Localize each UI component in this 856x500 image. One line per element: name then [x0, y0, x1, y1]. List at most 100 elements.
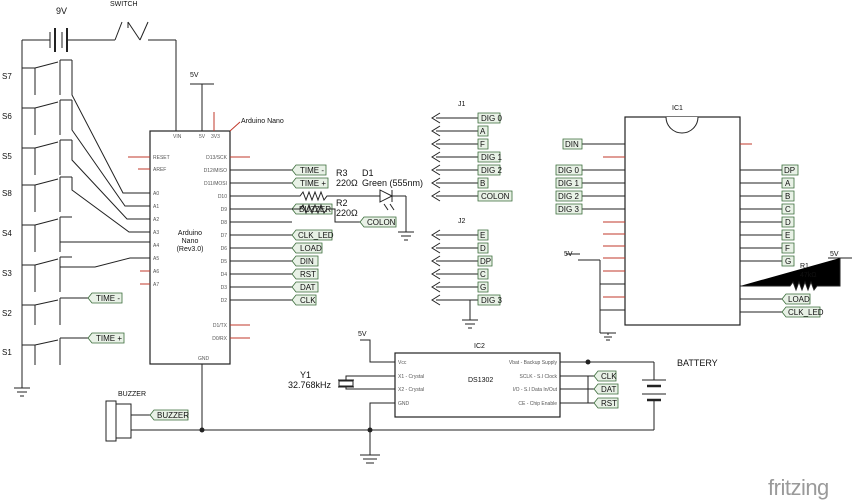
buzzer-title: BUZZER: [118, 391, 146, 398]
j2-pin-3: DP: [480, 257, 491, 266]
j2-pin-5: G: [480, 283, 486, 292]
nano-pin-a1: A1: [153, 204, 159, 210]
d1-value: Green (555nm): [362, 178, 423, 188]
ic2-tag-dat: DAT: [601, 385, 617, 394]
connector-j2: J2 E D DP C G DIG 3: [431, 218, 502, 329]
ic1-title: IC1: [672, 105, 683, 112]
crystal-name: Y1: [300, 370, 311, 380]
ic2-pin-sclk: SCLK - S.I Clock: [519, 374, 557, 380]
r3-value: 220Ω: [336, 178, 358, 188]
battery-label: BATTERY: [677, 358, 718, 368]
crystal-y1: Y1 32.768kHz: [288, 370, 332, 390]
nano-pin-d3: D3: [221, 285, 228, 291]
j1-pin-2: A: [480, 127, 486, 136]
ic2-title: IC2: [474, 343, 485, 350]
ic2-pin-vcc: Vcc: [398, 360, 407, 366]
ic1-tag-dig0: DIG 0: [558, 166, 579, 175]
tag-time-minus-left: TIME -: [96, 294, 120, 303]
tag-rst: RST: [300, 270, 316, 279]
connector-j1: J1 DIG 0 A F DIG 1 DIG 2 B COLON: [431, 101, 513, 202]
switch-s8[interactable]: [22, 176, 72, 212]
ic1-tag-b: B: [785, 192, 790, 201]
ic1-tag-dig3: DIG 3: [558, 205, 579, 214]
nano-pin-d12: D12/MISO: [204, 168, 227, 174]
nano-pin-a4: A4: [153, 243, 159, 249]
r2-label: R2: [336, 198, 348, 208]
j1-pin-6: B: [480, 179, 485, 188]
j1-pin-4: DIG 1: [481, 153, 502, 162]
ic1-tag-dig1: DIG 1: [558, 179, 579, 188]
nano-pin-a3: A3: [153, 230, 159, 236]
nano-pin-d7: D7: [221, 233, 228, 239]
nano-title: Arduino Nano: [241, 118, 284, 125]
nano-net-tags: TIME - TIME + BUZZER CLK_LED LOAD DIN RS…: [291, 164, 334, 306]
ic2-tag-rst: RST: [601, 399, 617, 408]
switch-s3[interactable]: [22, 256, 72, 292]
ic2-5v: 5V: [358, 331, 367, 338]
nano-pin-d13: D13/SCK: [206, 155, 228, 161]
ic1-tag-dig2: DIG 2: [558, 192, 579, 201]
switch-s2[interactable]: [22, 297, 92, 325]
nano-name-line3: (Rev3.0): [177, 246, 204, 253]
ic1-tag-dp: DP: [784, 166, 795, 175]
backup-battery: BATTERY: [642, 358, 718, 430]
nano-pin-d2: D2: [221, 298, 228, 304]
ic1-tag-c: C: [785, 205, 791, 214]
tag-load: LOAD: [300, 244, 322, 253]
tag-din: DIN: [300, 257, 314, 266]
battery-9v-label: 9V: [56, 6, 67, 16]
switch-label-s3: S3: [2, 269, 12, 278]
ic1: IC1 5V: [564, 105, 852, 341]
ic1-tag-clk-led: CLK_LED: [788, 308, 824, 317]
switch-ladder: [22, 59, 150, 365]
tag-time-plus-left: TIME +: [96, 334, 122, 343]
tag-clk-led: CLK_LED: [298, 231, 334, 240]
nano-pin-d0: D0/RX: [212, 336, 227, 342]
switch-label-s2: S2: [2, 309, 12, 318]
tag-buzzer-bottom: BUZZER: [157, 411, 189, 420]
ic2-tag-clk: CLK: [601, 372, 617, 381]
ic1-tag-load: LOAD: [788, 295, 810, 304]
nano-pin-gnd: GND: [198, 356, 210, 362]
ic1-tag-e: E: [785, 231, 790, 240]
crystal-value: 32.768kHz: [288, 380, 332, 390]
tag-time-plus: TIME +: [300, 179, 326, 188]
arduino-nano: Arduino Nano Arduino Nano (Rev3.0) 5V VI…: [128, 72, 292, 430]
j1-title: J1: [458, 101, 466, 108]
j2-pin-2: D: [480, 244, 486, 253]
nano-pin-d9: D9: [221, 207, 228, 213]
nano-pin-d10: D10: [218, 194, 227, 200]
switch-s5[interactable]: [22, 139, 72, 175]
switch-s7[interactable]: [22, 59, 72, 95]
ic1-tag-din: DIN: [565, 140, 579, 149]
j1-pin-7: COLON: [481, 192, 510, 201]
switch-s1[interactable]: [22, 337, 92, 365]
j2-pin-6: DIG 3: [481, 296, 502, 305]
switch-s4[interactable]: [22, 216, 72, 252]
ic2-tags: CLK DAT RST: [593, 370, 619, 409]
ic1-tag-a: A: [785, 179, 791, 188]
ic2-pin-ce: CE - Chip Enable: [518, 401, 557, 407]
nano-5v-label: 5V: [190, 72, 199, 79]
battery-9v: 9V: [49, 6, 70, 52]
d1-label: D1: [362, 168, 374, 178]
fritzing-watermark: fritzing: [768, 475, 829, 500]
ic1-tag-d: D: [785, 218, 791, 227]
j2-pin-4: C: [480, 270, 486, 279]
j1-pin-5: DIG 2: [481, 166, 502, 175]
power-switch[interactable]: SWITCH: [110, 1, 149, 41]
switch-label-s4: S4: [2, 229, 12, 238]
switch-s6[interactable]: [22, 99, 72, 135]
j2-title: J2: [458, 218, 466, 225]
switch-label-s6: S6: [2, 112, 12, 121]
tag-colon-led: COLON: [367, 218, 396, 227]
buzzer: BUZZER BUZZER: [105, 391, 189, 442]
nano-pin-a6: A6: [153, 269, 159, 275]
switch-labels: S7 S6 S5 S8 S4 S3 S2 S1: [2, 72, 12, 357]
nano-pin-aref: AREF: [153, 167, 166, 173]
ic2-pin-gnd: GND: [398, 401, 410, 407]
ic1-tag-f: F: [785, 244, 790, 253]
nano-pin-vin: VIN: [173, 134, 182, 140]
ic1-tag-g: G: [785, 257, 791, 266]
nano-pin-d11: D11/MOSI: [204, 181, 227, 187]
